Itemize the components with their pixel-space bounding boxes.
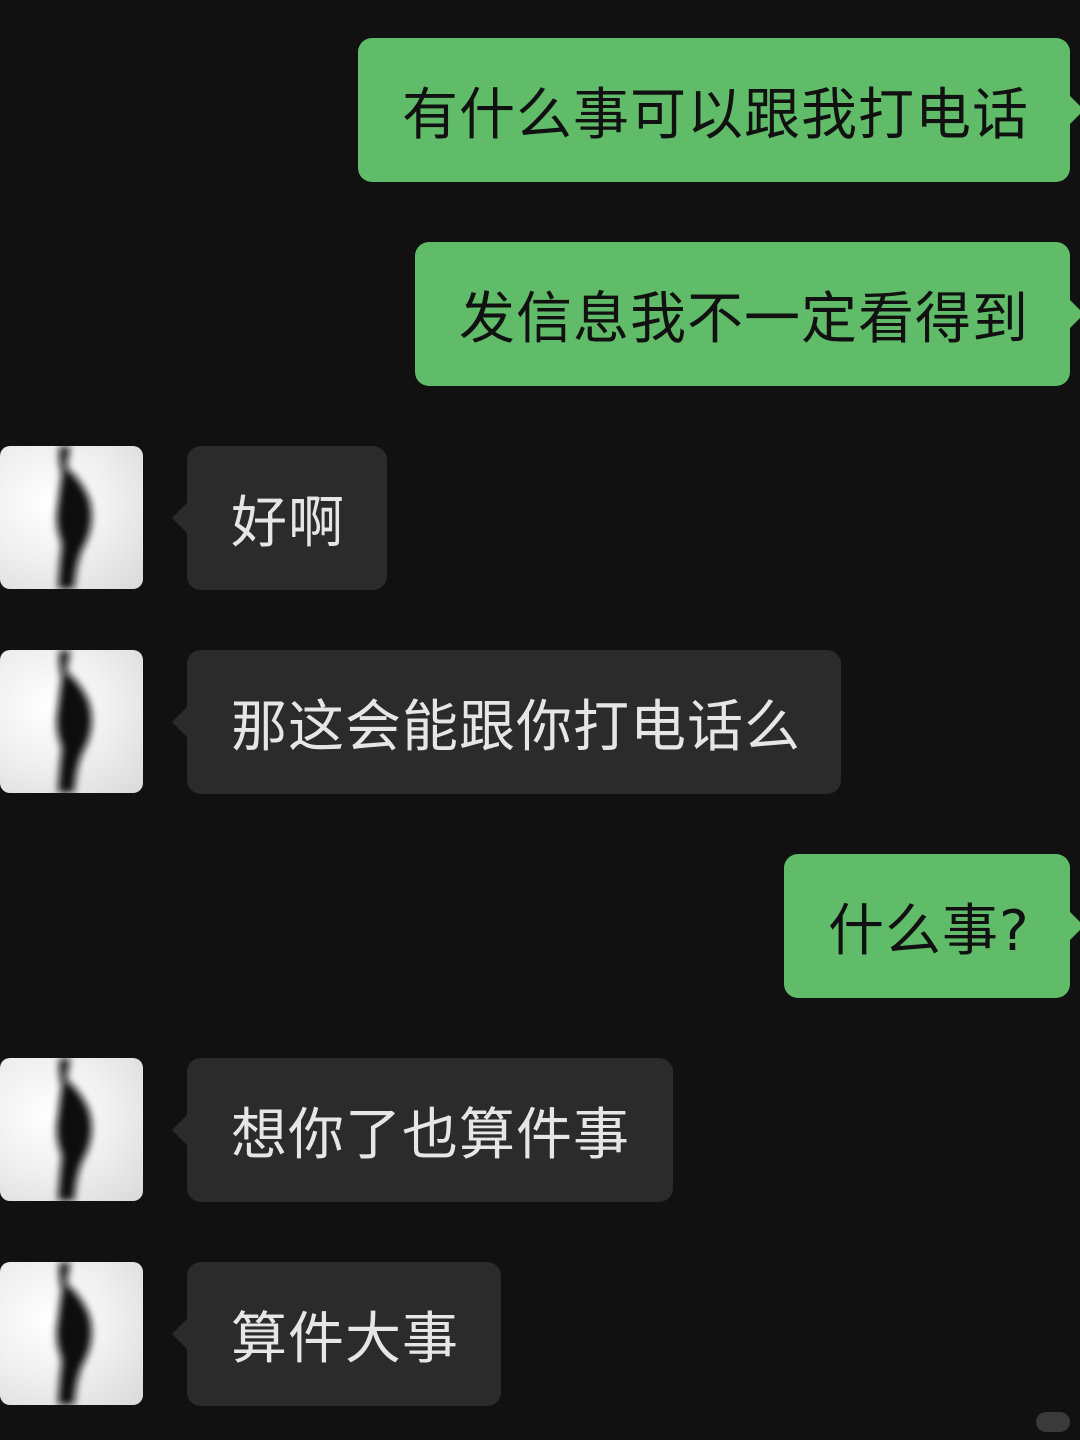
message-sent: 发信息我不一定看得到 xyxy=(415,242,1070,386)
message-text: 那这会能跟你打电话么 xyxy=(231,694,801,760)
watermark-icon xyxy=(1036,1412,1070,1432)
message-bubble-received[interactable]: 算件大事 xyxy=(187,1262,501,1406)
message-text: 好啊 xyxy=(231,490,345,556)
message-text: 想你了也算件事 xyxy=(231,1102,630,1168)
message-text: 算件大事 xyxy=(231,1306,459,1372)
message-bubble-received[interactable]: 好啊 xyxy=(187,446,387,590)
message-sent: 有什么事可以跟我打电话 xyxy=(358,38,1070,182)
message-text: 发信息我不一定看得到 xyxy=(459,286,1029,352)
silhouette-avatar-icon xyxy=(56,1058,92,1201)
message-received: 想你了也算件事 xyxy=(187,1058,673,1202)
message-bubble-sent[interactable]: 发信息我不一定看得到 xyxy=(415,242,1070,386)
silhouette-avatar-icon xyxy=(56,650,92,793)
contact-avatar[interactable] xyxy=(0,650,143,793)
silhouette-avatar-icon xyxy=(56,446,92,589)
message-bubble-sent[interactable]: 什么事? xyxy=(784,854,1070,998)
chat-message-list: 有什么事可以跟我打电话 发信息我不一定看得到 好啊 那这会能跟你打电话么 什么事… xyxy=(0,0,1080,1440)
contact-avatar[interactable] xyxy=(0,1058,143,1201)
message-sent: 什么事? xyxy=(784,854,1070,998)
message-received: 好啊 xyxy=(187,446,387,590)
message-bubble-sent[interactable]: 有什么事可以跟我打电话 xyxy=(358,38,1070,182)
message-text: 什么事? xyxy=(828,898,1030,964)
message-bubble-received[interactable]: 想你了也算件事 xyxy=(187,1058,673,1202)
message-text: 有什么事可以跟我打电话 xyxy=(402,82,1029,148)
message-received: 算件大事 xyxy=(187,1262,501,1406)
message-received: 那这会能跟你打电话么 xyxy=(187,650,841,794)
contact-avatar[interactable] xyxy=(0,446,143,589)
silhouette-avatar-icon xyxy=(56,1262,92,1405)
contact-avatar[interactable] xyxy=(0,1262,143,1405)
message-bubble-received[interactable]: 那这会能跟你打电话么 xyxy=(187,650,841,794)
